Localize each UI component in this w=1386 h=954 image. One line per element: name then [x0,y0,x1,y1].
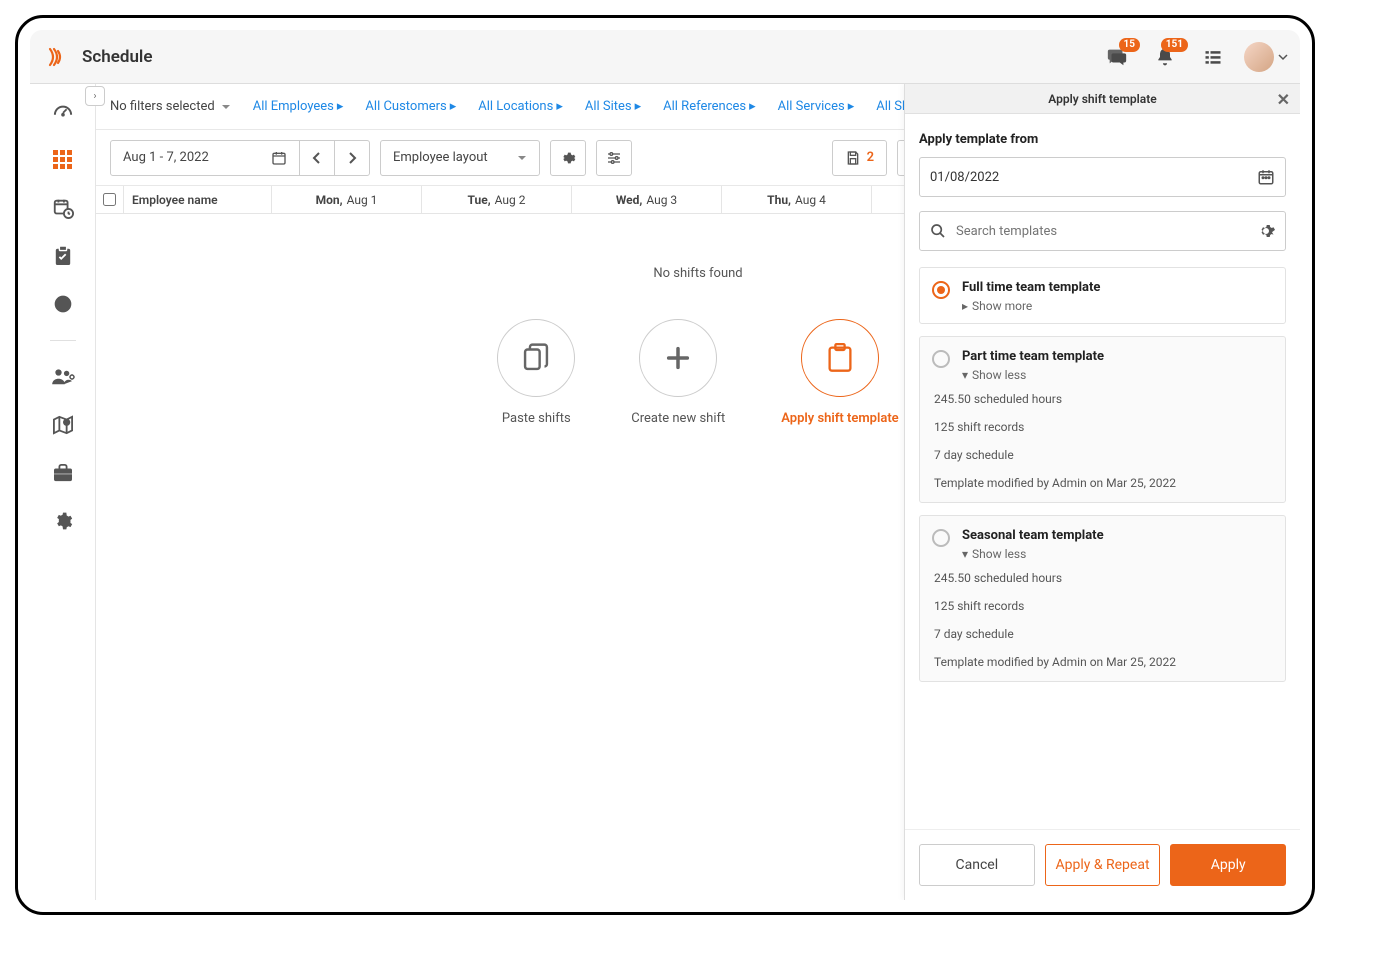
filter-services[interactable]: All Services▸ [778,99,855,114]
template-radio[interactable] [932,529,950,547]
bell-icon[interactable]: 151 [1148,40,1182,74]
bell-badge: 151 [1161,38,1188,52]
app-logo [42,44,68,70]
sliders-button[interactable] [596,140,632,176]
sidebar-briefcase[interactable] [49,461,77,485]
template-radio[interactable] [932,281,950,299]
employee-name-header: Employee name [124,186,272,213]
save-icon [845,150,861,166]
template-toggle[interactable]: ▾ Show less [962,368,1104,382]
day-header: Mon,Aug 1 [272,186,422,213]
day-header: Wed,Aug 3 [572,186,722,213]
page-title: Schedule [82,47,153,67]
filter-customers[interactable]: All Customers▸ [365,99,456,114]
sidebar-calendar-clock[interactable] [49,196,77,220]
main: No filters selected All Employees▸ All C… [96,84,1300,900]
copy-icon [521,341,551,375]
apply-button[interactable]: Apply [1170,844,1286,886]
apply-template-panel: Apply shift template ✕ Apply template fr… [904,84,1300,900]
sidebar-dashboard[interactable] [49,100,77,124]
panel-footer: Cancel Apply & Repeat Apply [905,829,1300,900]
clipboard-icon [827,343,853,373]
sidebar-reports[interactable] [49,292,77,316]
template-toggle[interactable]: ▾ Show less [962,547,1104,561]
sidebar-map[interactable] [49,413,77,437]
sidebar-people[interactable] [49,365,77,389]
calendar-icon [271,150,287,166]
template-card[interactable]: Part time team template ▾ Show less 245.… [919,336,1286,503]
gear-icon[interactable] [1257,222,1275,240]
caret-down-icon [221,102,231,112]
select-all-checkbox[interactable] [96,186,124,213]
layout-select[interactable]: Employee layout [380,140,540,176]
caret-down-icon [517,153,527,163]
plus-icon [664,344,692,372]
sidebar-schedule[interactable] [49,148,77,172]
cancel-button[interactable]: Cancel [919,844,1035,886]
calendar-icon [1257,168,1275,186]
filter-locations[interactable]: All Locations▸ [478,99,563,114]
no-shifts-label: No shifts found [653,266,742,281]
date-range-button[interactable]: Aug 1 - 7, 2022 [110,140,300,176]
save-button[interactable]: 2 [832,140,887,176]
template-toggle[interactable]: ▸ Show more [962,299,1100,313]
settings-button[interactable] [550,140,586,176]
template-card[interactable]: Seasonal team template ▾ Show less 245.5… [919,515,1286,682]
sidebar-settings[interactable] [49,509,77,533]
topbar: Schedule 15 151 [30,30,1300,84]
filter-employees[interactable]: All Employees▸ [253,99,344,114]
day-header: Tue,Aug 2 [422,186,572,213]
day-header: Thu,Aug 4 [722,186,872,213]
filters-none-dropdown[interactable]: No filters selected [110,99,231,114]
create-shift-button[interactable]: Create new shift [631,319,725,426]
avatar [1244,42,1274,72]
chevron-down-icon [1278,52,1288,62]
apply-template-button[interactable]: Apply shift template [781,319,898,426]
search-icon [930,223,946,239]
sidebar: › [30,84,96,900]
chat-icon[interactable]: 15 [1100,40,1134,74]
sidebar-clipboard[interactable] [49,244,77,268]
user-menu[interactable] [1244,42,1288,72]
date-from-input[interactable]: 01/08/2022 [919,157,1286,197]
apply-repeat-button[interactable]: Apply & Repeat [1045,844,1161,886]
prev-week-button[interactable] [299,140,335,176]
paste-shifts-button[interactable]: Paste shifts [497,319,575,426]
apply-from-label: Apply template from [919,132,1286,147]
template-card[interactable]: Full time team template ▸ Show more [919,267,1286,324]
template-radio[interactable] [932,350,950,368]
panel-close[interactable]: ✕ [1277,90,1290,109]
list-icon[interactable] [1196,40,1230,74]
search-templates-input[interactable] [919,211,1286,251]
chat-badge: 15 [1119,38,1140,52]
panel-header: Apply shift template ✕ [905,84,1300,114]
next-week-button[interactable] [334,140,370,176]
filter-sites[interactable]: All Sites▸ [585,99,641,114]
filter-references[interactable]: All References▸ [663,99,756,114]
